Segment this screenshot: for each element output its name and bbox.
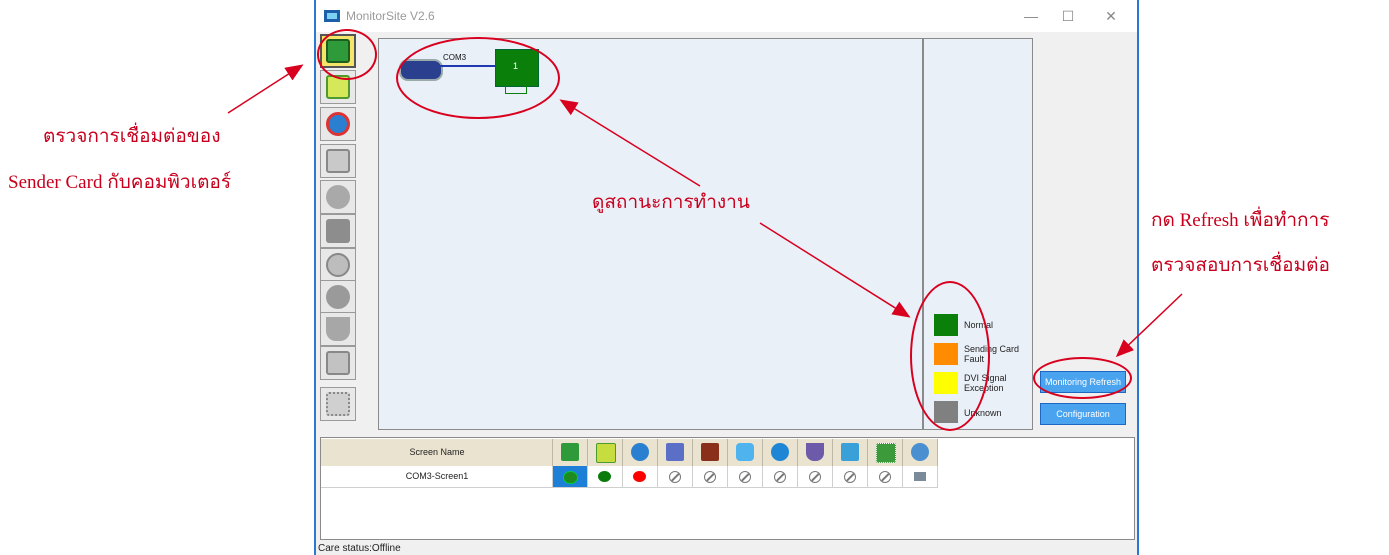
arrow-to-refresh bbox=[1115, 293, 1183, 358]
arrow-to-legend bbox=[759, 222, 911, 318]
arrow-to-sender-button bbox=[227, 64, 304, 114]
arrow-to-topology bbox=[559, 99, 701, 187]
annotation-arrows bbox=[227, 64, 1183, 358]
